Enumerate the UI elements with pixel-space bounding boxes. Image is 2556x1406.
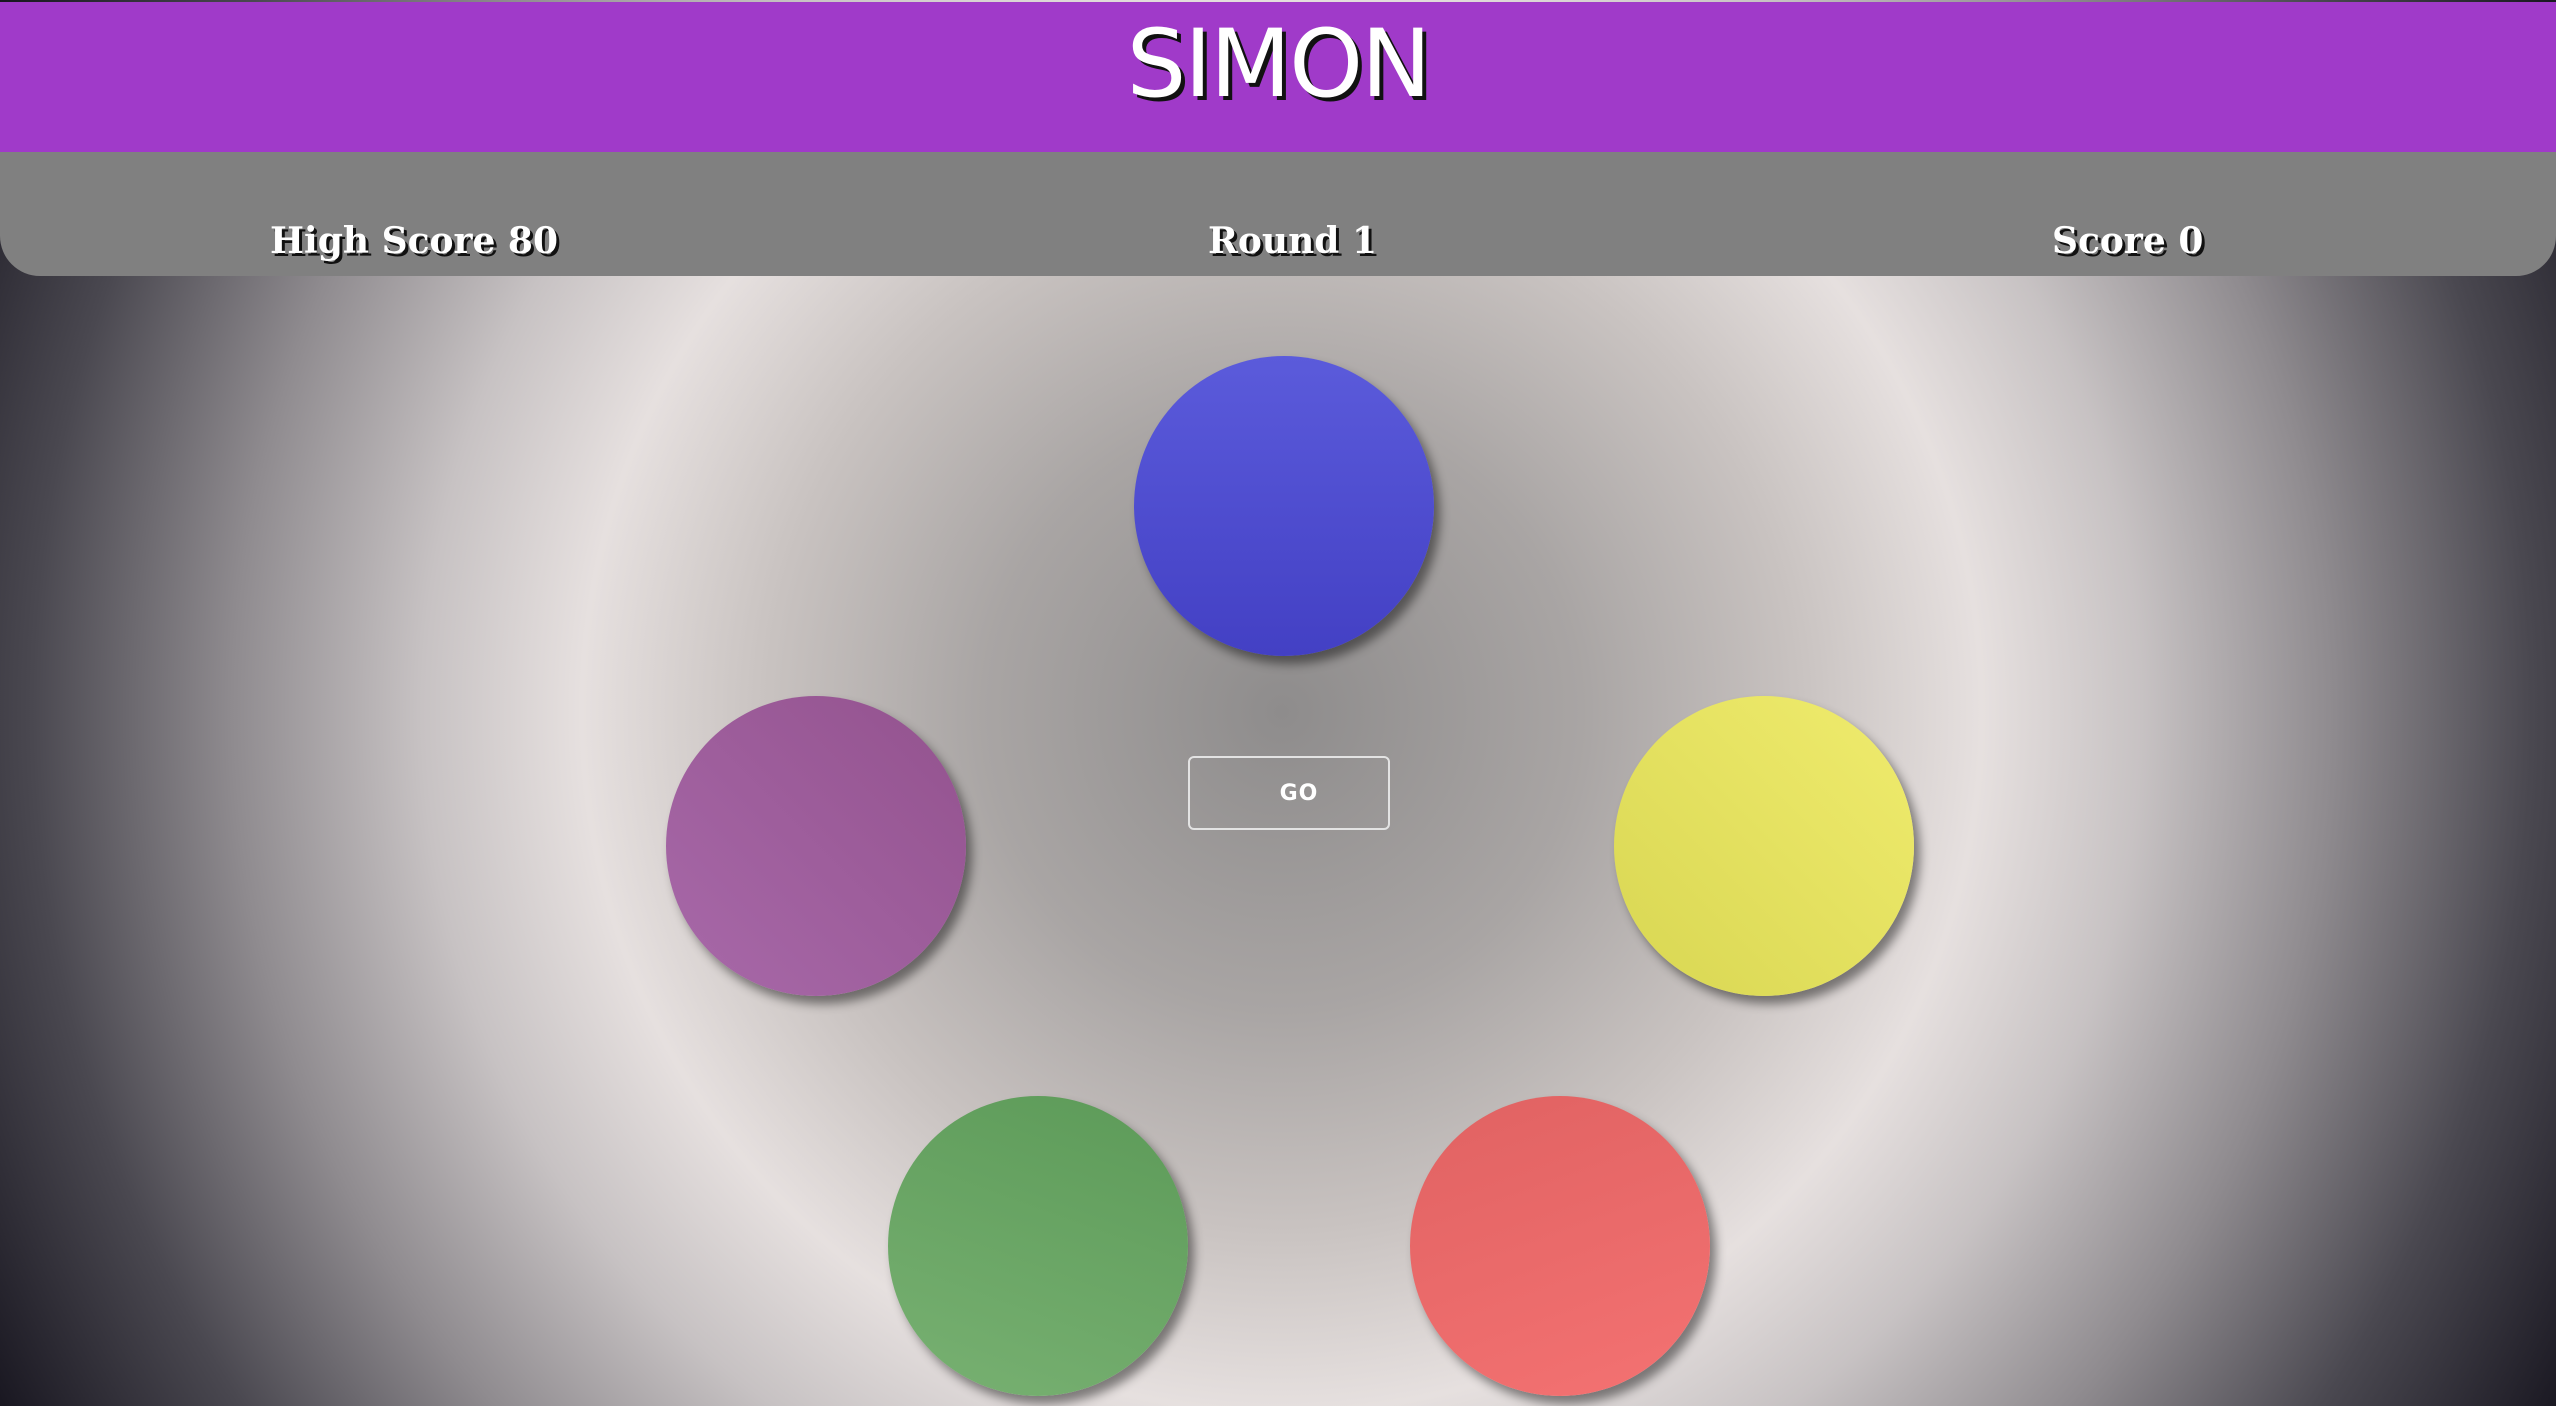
- current-score: Score 0: [2052, 220, 2204, 262]
- red-pad[interactable]: [1410, 1096, 1710, 1396]
- stats-bar: High Score 80 Round 1 Score 0: [0, 152, 2556, 276]
- blue-pad[interactable]: [1134, 356, 1434, 656]
- title-bar: SIMON: [0, 2, 2556, 152]
- high-score: High Score 80: [270, 220, 558, 262]
- round-counter: Round 1: [1208, 220, 1378, 262]
- green-pad[interactable]: [888, 1096, 1188, 1396]
- purple-pad[interactable]: [666, 696, 966, 996]
- game-title: SIMON: [1126, 10, 1432, 119]
- go-button[interactable]: GO: [1188, 756, 1390, 830]
- yellow-pad[interactable]: [1614, 696, 1914, 996]
